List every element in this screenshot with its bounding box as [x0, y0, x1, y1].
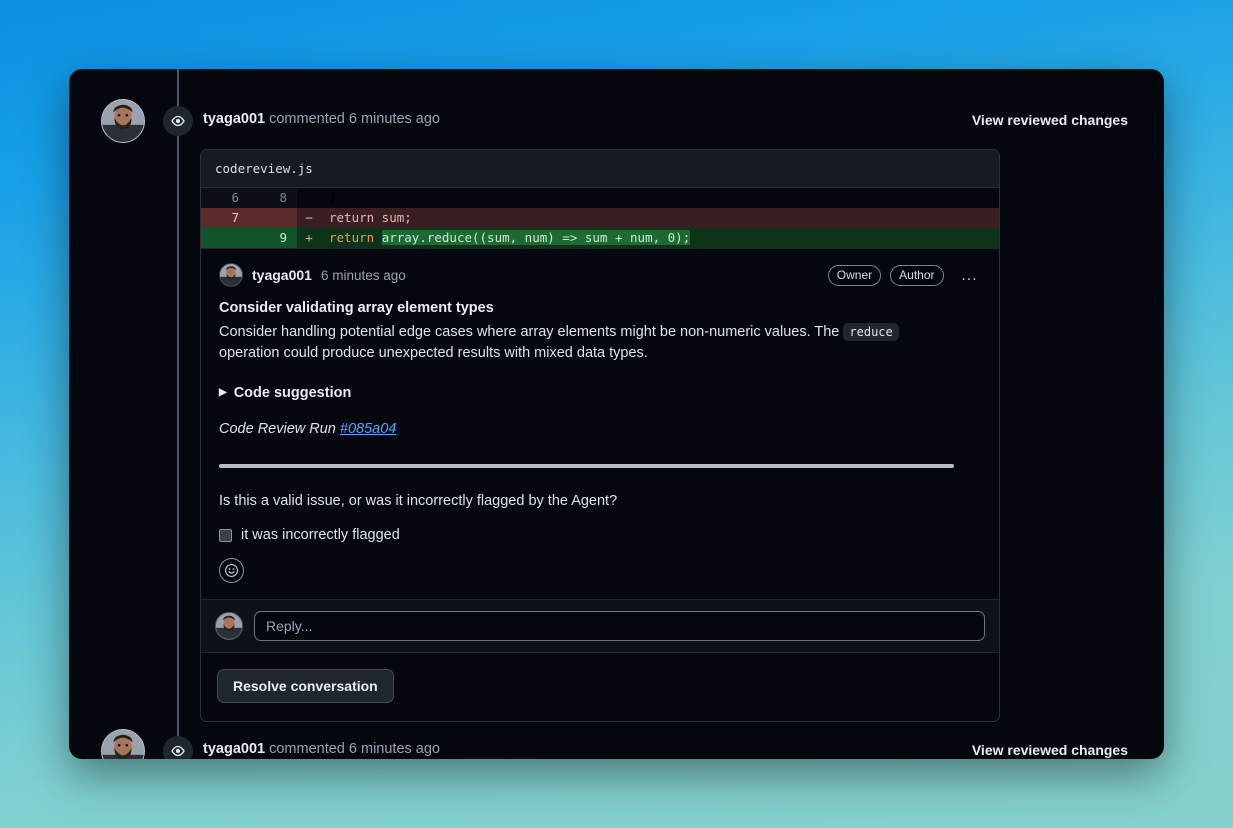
reply-input[interactable]	[254, 611, 985, 641]
review-thread-card: codereview.js 6 8 } 7 − return sum; 9 + …	[200, 149, 1000, 722]
diff-new-line-number	[249, 208, 297, 228]
diff-table: 6 8 } 7 − return sum; 9 + return array.r…	[201, 188, 999, 248]
code-suggestion-label: Code suggestion	[233, 385, 352, 401]
run-label: Code Review Run	[219, 421, 340, 437]
diff-sign: −	[297, 208, 321, 228]
badge-author[interactable]: Author	[890, 264, 944, 286]
reply-zone	[201, 599, 999, 652]
event-author: tyaga001	[203, 741, 266, 757]
comment-body: Consider handling potential edge cases w…	[219, 322, 919, 363]
badge-owner[interactable]: Owner	[827, 264, 882, 286]
diff-code-highlight: array.reduce((sum, num) => sum + num, 0)…	[381, 230, 691, 245]
avatar	[219, 263, 243, 287]
incorrectly-flagged-checkbox[interactable]	[219, 528, 232, 542]
avatar-image	[102, 100, 144, 142]
run-link[interactable]: #085a04	[340, 421, 396, 437]
diff-row-context: 6 8 }	[201, 188, 999, 208]
comment-title: Consider validating array element types	[219, 300, 494, 316]
diff-sign: +	[297, 228, 321, 248]
comment-body-part2: operation could produce unexpected resul…	[219, 344, 648, 361]
diff-new-line-number: 9	[249, 228, 297, 248]
code-review-run: Code Review Run #085a04	[219, 421, 981, 437]
inline-code-chip: reduce	[843, 323, 899, 341]
diff-old-line-number	[201, 228, 249, 248]
feedback-question: Is this a valid issue, or was it incorre…	[219, 493, 618, 509]
eye-icon	[163, 106, 193, 136]
triangle-right-icon: ▶	[219, 387, 227, 398]
diff-new-line-number: 8	[249, 188, 297, 208]
event-action: commented 6 minutes ago	[269, 741, 440, 757]
diff-old-line-number: 6	[201, 188, 249, 208]
diff-code: return sum;	[321, 208, 999, 228]
avatar	[101, 99, 145, 143]
diff-sign	[297, 188, 321, 208]
comment-author: tyaga001	[252, 267, 312, 283]
avatar	[101, 729, 145, 759]
avatar	[215, 612, 243, 640]
kebab-menu-icon[interactable]: …	[959, 266, 982, 283]
event-description: tyaga001 commented 6 minutes ago	[203, 111, 440, 127]
diff-code: }	[321, 188, 999, 208]
timeline-event-bottom: tyaga001 commented 6 minutes ago View re…	[69, 724, 1164, 759]
diff-row-addition: 9 + return array.reduce((sum, num) => su…	[201, 228, 999, 248]
resolve-zone: Resolve conversation	[201, 652, 999, 721]
review-window: tyaga001 commented 6 minutes ago View re…	[69, 69, 1164, 759]
avatar-image	[102, 730, 144, 759]
comment-body-part1: Consider handling potential edge cases w…	[219, 324, 844, 340]
smiley-face-icon	[225, 564, 238, 577]
eye-glyph	[171, 745, 185, 757]
code-suggestion-disclosure[interactable]: ▶ Code suggestion	[219, 385, 981, 401]
incorrectly-flagged-checkbox-row[interactable]: it was incorrectly flagged	[219, 527, 981, 543]
diff-code: return array.reduce((sum, num) => sum + …	[321, 228, 999, 248]
view-reviewed-changes-link[interactable]: View reviewed changes	[972, 742, 1128, 758]
avatar-image	[216, 613, 242, 639]
divider	[219, 464, 954, 468]
comment-header: tyaga001 6 minutes ago Owner Author …	[219, 263, 981, 287]
event-action: commented 6 minutes ago	[269, 111, 440, 127]
view-reviewed-changes-link[interactable]: View reviewed changes	[972, 112, 1128, 128]
review-comment: tyaga001 6 minutes ago Owner Author … Co…	[201, 248, 999, 599]
avatar-image	[220, 264, 242, 286]
diff-row-deletion: 7 − return sum;	[201, 208, 999, 228]
diff-old-line-number: 7	[201, 208, 249, 228]
diff-code-keyword: return	[329, 230, 382, 245]
event-description: tyaga001 commented 6 minutes ago	[203, 741, 440, 757]
incorrectly-flagged-label: it was incorrectly flagged	[241, 527, 400, 543]
eye-glyph	[171, 115, 185, 127]
event-author: tyaga001	[203, 111, 266, 127]
comment-timestamp: 6 minutes ago	[320, 267, 406, 283]
resolve-conversation-button[interactable]: Resolve conversation	[217, 669, 394, 703]
diff-filename: codereview.js	[201, 150, 999, 188]
add-reaction-button[interactable]	[219, 558, 244, 583]
eye-icon	[163, 736, 193, 759]
